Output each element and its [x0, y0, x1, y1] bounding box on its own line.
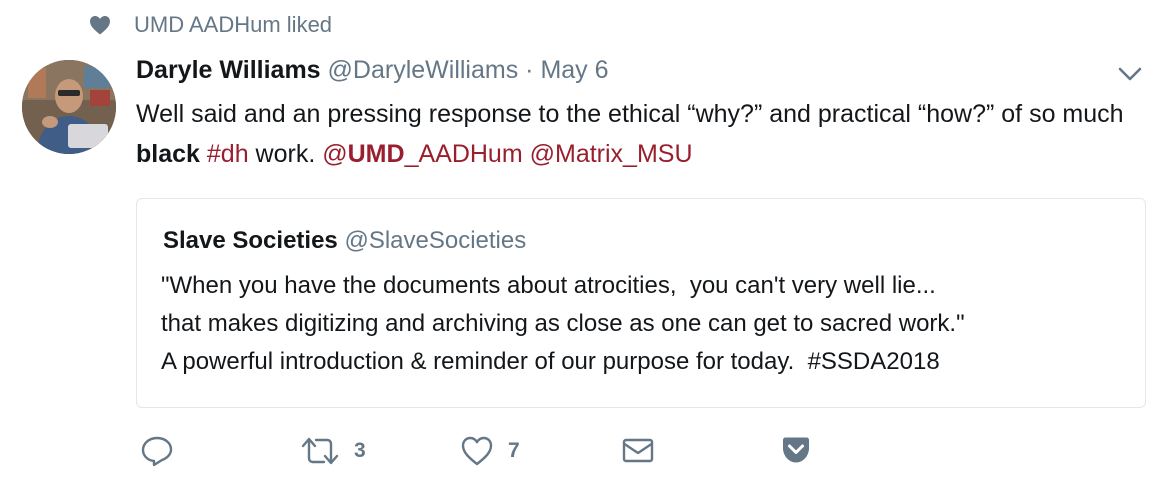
- tweet-text-bold-word: black: [136, 140, 200, 168]
- quoted-tweet-text: "When you have the documents about atroc…: [161, 267, 1131, 381]
- chevron-down-icon[interactable]: [1116, 60, 1144, 88]
- quoted-text-line: that makes digitizing and archiving as c…: [161, 310, 965, 337]
- tweet-text-part: Well said and an pressing response to th…: [136, 100, 1124, 128]
- mention-bold-part: UMD: [347, 140, 405, 168]
- mention-matrix-msu[interactable]: @Matrix_MSU: [530, 140, 693, 168]
- tweet-header: Daryle Williams @DaryleWilliams · May 6: [136, 56, 609, 85]
- hashtag-dh[interactable]: #dh: [207, 140, 249, 168]
- avatar-photo: [22, 60, 116, 154]
- quoted-author-handle: @SlaveSocieties: [344, 227, 527, 254]
- author-handle[interactable]: @DaryleWilliams: [328, 56, 519, 84]
- retweet-count: 3: [354, 439, 366, 462]
- retweet-icon: [301, 437, 339, 465]
- liked-heart-icon: [90, 16, 110, 35]
- tweet-text-part: [200, 140, 207, 168]
- quoted-tweet[interactable]: Slave Societies @SlaveSocieties "When yo…: [136, 198, 1146, 408]
- tweet-actions: 3 7: [140, 434, 820, 474]
- tweet-text: Well said and an pressing response to th…: [136, 94, 1166, 174]
- social-context: UMD AADHum liked: [88, 12, 332, 38]
- pocket-button[interactable]: [780, 434, 812, 466]
- like-count: 7: [508, 439, 520, 462]
- author-name[interactable]: Daryle Williams: [136, 56, 321, 84]
- like-button[interactable]: 7: [460, 434, 520, 468]
- reply-icon: [141, 436, 173, 467]
- mention-rest: _AADHum: [404, 140, 523, 168]
- header-separator: ·: [525, 56, 534, 84]
- tweet-text-part: work.: [248, 140, 323, 168]
- quoted-author-name: Slave Societies: [163, 227, 338, 254]
- direct-message-button[interactable]: [622, 434, 654, 466]
- mention-umd-aadhum[interactable]: @UMD_AADHum: [322, 140, 522, 168]
- mention-at-sign: @: [322, 140, 348, 168]
- heart-icon: [461, 436, 493, 466]
- tweet-text-part: [523, 140, 530, 168]
- pocket-icon: [783, 437, 809, 463]
- social-context-text: UMD AADHum liked: [134, 12, 333, 37]
- reply-button[interactable]: [140, 434, 174, 468]
- quoted-tweet-header: Slave Societies @SlaveSocieties: [163, 227, 526, 255]
- retweet-button[interactable]: 3: [300, 434, 366, 468]
- quoted-text-line: "When you have the documents about atroc…: [161, 272, 936, 299]
- envelope-icon: [622, 438, 654, 463]
- quoted-text-line: A powerful introduction & reminder of ou…: [161, 348, 940, 375]
- tweet-date[interactable]: May 6: [540, 56, 608, 84]
- avatar[interactable]: [22, 60, 116, 154]
